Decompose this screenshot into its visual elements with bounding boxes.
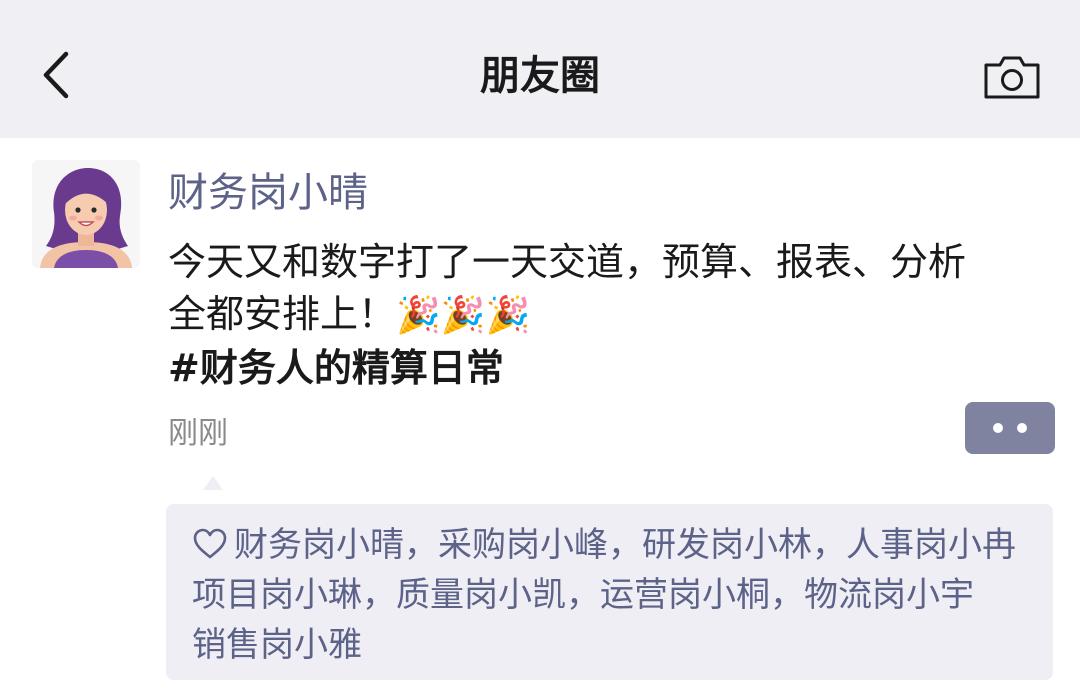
more-dot-icon <box>993 423 1003 433</box>
page-title: 朋友圈 <box>480 53 600 99</box>
post-text-line-2-text: 全都安排上！ <box>168 292 397 336</box>
more-dot-icon <box>1017 423 1027 433</box>
post-text-line-2: 全都安排上！🎉🎉🎉 <box>168 288 1048 342</box>
woman-avatar-icon <box>32 160 140 268</box>
party-popper-icon: 🎉 <box>396 295 441 336</box>
likes-pointer <box>203 476 223 490</box>
likers-list-line-3[interactable]: 销售岗小雅 <box>192 620 1029 670</box>
post-text-line-1: 今天又和数字打了一天交道，预算、报表、分析 <box>168 240 967 284</box>
more-actions-button[interactable] <box>965 402 1055 454</box>
post-content: 今天又和数字打了一天交道，预算、报表、分析 全都安排上！🎉🎉🎉 #财务人的精算日… <box>168 236 1048 394</box>
likes-panel: 财务岗小晴，采购岗小峰，研发岗小林，人事岗小冉 项目岗小琳，质量岗小凯，运营岗小… <box>166 504 1053 680</box>
party-popper-icon: 🎉 <box>440 295 486 336</box>
top-bar: 朋友圈 <box>0 0 1080 138</box>
party-popper-icon: 🎉 <box>485 295 531 336</box>
likers-list-line-1[interactable]: 财务岗小晴，采购岗小峰，研发岗小林，人事岗小冉 <box>234 525 1016 565</box>
likes-line-1: 财务岗小晴，采购岗小峰，研发岗小林，人事岗小冉 <box>192 520 1029 570</box>
post-hashtag[interactable]: #财务人的精算日常 <box>168 342 1048 394</box>
post-time: 刚刚 <box>168 416 228 451</box>
avatar[interactable] <box>32 160 140 268</box>
camera-button[interactable] <box>980 50 1044 104</box>
author-name[interactable]: 财务岗小晴 <box>168 165 368 221</box>
heart-icon <box>193 528 227 559</box>
likers-list-line-2[interactable]: 项目岗小琳，质量岗小凯，运营岗小桐，物流岗小宇 <box>192 570 1029 620</box>
camera-icon <box>984 56 1040 99</box>
